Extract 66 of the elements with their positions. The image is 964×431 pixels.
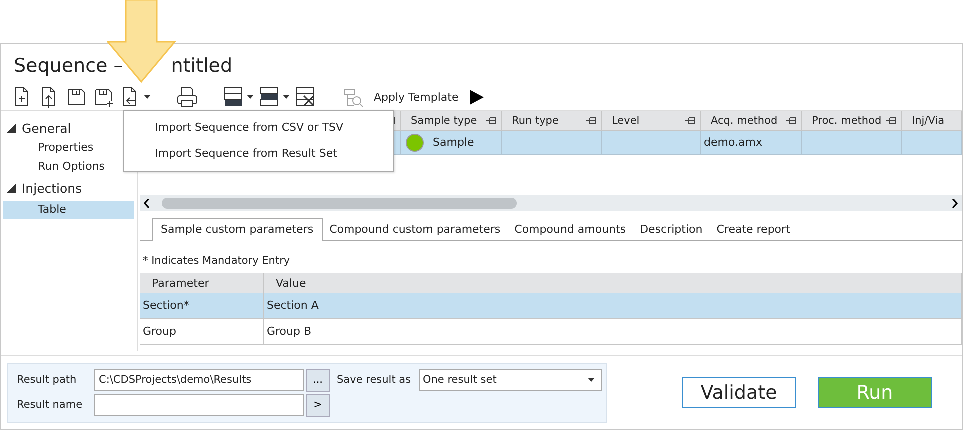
delete-icon — [296, 86, 317, 108]
import-button[interactable] — [121, 85, 151, 109]
tree-item[interactable]: General — [22, 120, 72, 136]
column-header[interactable]: Run type — [502, 111, 602, 131]
table-cell[interactable]: Section A — [264, 293, 962, 319]
apply-template-button[interactable]: Apply Template — [370, 90, 463, 104]
browse-button[interactable]: ... — [306, 368, 330, 392]
insert-below-icon — [224, 86, 245, 108]
column-header[interactable]: Level — [602, 111, 701, 131]
pin-icon[interactable] — [486, 116, 497, 124]
table-cell: Sample — [401, 131, 502, 155]
field-label: Result path — [16, 374, 78, 386]
caret-icon — [283, 95, 290, 99]
go-button[interactable]: > — [306, 394, 330, 416]
pin-icon[interactable] — [786, 116, 797, 124]
window-title: ntitled — [171, 55, 233, 79]
caret-icon — [588, 378, 595, 382]
caret-icon — [247, 95, 254, 99]
validate-button[interactable]: Validate — [682, 377, 796, 408]
pin-icon[interactable] — [586, 116, 597, 124]
print-icon — [177, 86, 198, 108]
table-cell — [902, 131, 962, 155]
dropdown[interactable]: One result set — [419, 369, 602, 391]
save-as-icon — [94, 86, 115, 108]
table-cell[interactable]: Group — [140, 319, 264, 345]
play-icon[interactable] — [468, 90, 484, 104]
tree-item[interactable]: Injections — [22, 180, 82, 196]
menu-item[interactable]: Import Sequence from Result Set — [124, 141, 393, 167]
scrollbar-thumb[interactable] — [162, 198, 517, 208]
tab[interactable]: Compound amounts — [508, 219, 634, 240]
scroll-right-icon[interactable] — [952, 198, 958, 208]
tab[interactable]: Sample custom parameters — [152, 218, 323, 241]
column-header: Value — [264, 273, 962, 293]
tab[interactable]: Compound custom parameters — [322, 219, 508, 240]
insert-middle-icon — [260, 86, 281, 108]
tab[interactable]: Create report — [710, 219, 798, 240]
horizontal-scrollbar[interactable] — [140, 195, 962, 211]
pin-icon[interactable] — [685, 116, 696, 124]
column-header: Parameter — [140, 273, 264, 293]
expanded-icon[interactable] — [7, 184, 16, 192]
insert-middle-button[interactable] — [260, 85, 290, 109]
column-header[interactable]: Inj/Via — [902, 111, 962, 131]
input-field[interactable]: C:\CDSProjects\demo\Results — [94, 369, 304, 391]
insert-below-button[interactable] — [224, 85, 254, 109]
template-icon — [343, 86, 364, 108]
delete-button[interactable] — [296, 85, 317, 109]
print-button[interactable] — [177, 85, 198, 109]
field-label: Save result as — [336, 374, 412, 386]
save-icon — [67, 86, 88, 108]
table-cell[interactable]: Section* — [140, 293, 264, 319]
window-title: Sequence – — [14, 55, 124, 79]
pin-icon[interactable] — [886, 116, 897, 124]
tab[interactable]: Description — [633, 219, 710, 240]
table-cell[interactable]: Group B — [264, 319, 962, 345]
tree-item[interactable]: Table — [3, 201, 134, 219]
menu-item[interactable]: Import Sequence from CSV or TSV — [124, 115, 393, 141]
scroll-left-icon[interactable] — [144, 198, 150, 208]
column-header[interactable]: Sample type — [401, 111, 502, 131]
field-label: Result name — [16, 399, 84, 411]
table-cell: demo.amx — [701, 131, 802, 155]
column-header[interactable]: Proc. method — [802, 111, 902, 131]
expanded-icon[interactable] — [7, 124, 16, 132]
input-field[interactable] — [94, 394, 304, 416]
caret-icon — [144, 95, 151, 99]
mandatory-note: * Indicates Mandatory Entry — [142, 254, 292, 269]
column-header[interactable]: Acq. method — [701, 111, 802, 131]
